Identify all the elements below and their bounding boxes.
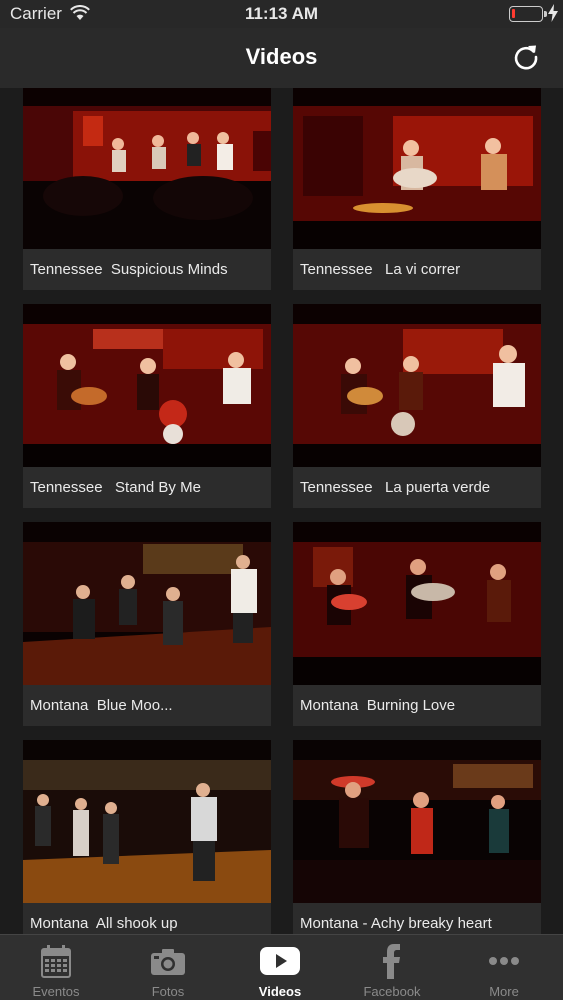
facebook-icon bbox=[383, 944, 400, 979]
video-title: Montana - Achy breaky heart bbox=[300, 915, 492, 932]
video-thumbnail bbox=[23, 740, 271, 903]
tab-label: Videos bbox=[258, 984, 302, 999]
concert-thumbnail bbox=[293, 522, 541, 685]
video-title: Montana Blue Moo... bbox=[30, 697, 173, 714]
video-thumbnail bbox=[23, 522, 271, 685]
video-card[interactable]: Montana All shook up bbox=[23, 740, 271, 934]
dance-floor-thumbnail bbox=[23, 740, 271, 903]
concert-thumbnail bbox=[23, 88, 271, 249]
video-thumbnail bbox=[23, 88, 271, 249]
dance-floor-thumbnail bbox=[293, 740, 541, 903]
video-card[interactable]: Tennessee La vi correr bbox=[293, 88, 541, 290]
calendar-icon bbox=[41, 945, 71, 978]
tab-label: Fotos bbox=[151, 984, 185, 999]
video-title: Tennessee Stand By Me bbox=[30, 479, 201, 496]
tab-fotos[interactable]: Fotos bbox=[112, 935, 224, 1000]
clock: 11:13 AM bbox=[244, 4, 319, 23]
tab-label: Facebook bbox=[363, 984, 421, 999]
dance-floor-thumbnail bbox=[23, 522, 271, 685]
video-title: Tennessee La puerta verde bbox=[300, 479, 491, 496]
tab-label: Eventos bbox=[32, 984, 80, 999]
video-title: Montana All shook up bbox=[30, 915, 178, 932]
video-title: Tennessee La vi correr bbox=[300, 261, 461, 278]
video-card[interactable]: Tennessee La puerta verde bbox=[293, 304, 541, 508]
tab-bar: Eventos Fotos Videos Facebook More bbox=[0, 934, 563, 1000]
concert-thumbnail bbox=[293, 304, 541, 467]
video-card[interactable]: Tennessee Stand By Me bbox=[23, 304, 271, 508]
tab-facebook[interactable]: Facebook bbox=[336, 935, 448, 1000]
battery-icon bbox=[509, 6, 547, 22]
charging-bolt-icon bbox=[548, 4, 558, 22]
tab-videos[interactable]: Videos bbox=[224, 935, 336, 1000]
video-list[interactable]: Tennessee Suspicious Minds Tennessee La … bbox=[0, 88, 563, 934]
tab-eventos[interactable]: Eventos bbox=[0, 935, 112, 1000]
video-thumbnail bbox=[23, 304, 271, 467]
video-thumbnail bbox=[293, 304, 541, 467]
tab-more[interactable]: More bbox=[448, 935, 560, 1000]
play-icon bbox=[260, 947, 300, 975]
video-thumbnail bbox=[293, 522, 541, 685]
refresh-icon[interactable] bbox=[511, 42, 541, 72]
video-thumbnail bbox=[293, 88, 541, 249]
video-card[interactable]: Montana Blue Moo... bbox=[23, 522, 271, 726]
video-card[interactable]: Montana - Achy breaky heart bbox=[293, 740, 541, 934]
page-title: Videos bbox=[245, 44, 318, 69]
camera-icon bbox=[151, 949, 185, 975]
navigation-bar: Videos bbox=[0, 28, 563, 88]
tab-label: More bbox=[489, 984, 519, 999]
video-title: Montana Burning Love bbox=[300, 697, 456, 714]
video-card[interactable]: Montana Burning Love bbox=[293, 522, 541, 726]
video-card[interactable]: Tennessee Suspicious Minds bbox=[23, 88, 271, 290]
battery-level bbox=[512, 9, 515, 18]
video-thumbnail bbox=[293, 740, 541, 903]
concert-thumbnail bbox=[23, 304, 271, 467]
video-title: Tennessee Suspicious Minds bbox=[30, 261, 228, 278]
concert-thumbnail bbox=[293, 88, 541, 249]
more-icon bbox=[489, 957, 519, 965]
status-bar: Carrier 11:13 AM bbox=[0, 0, 563, 28]
